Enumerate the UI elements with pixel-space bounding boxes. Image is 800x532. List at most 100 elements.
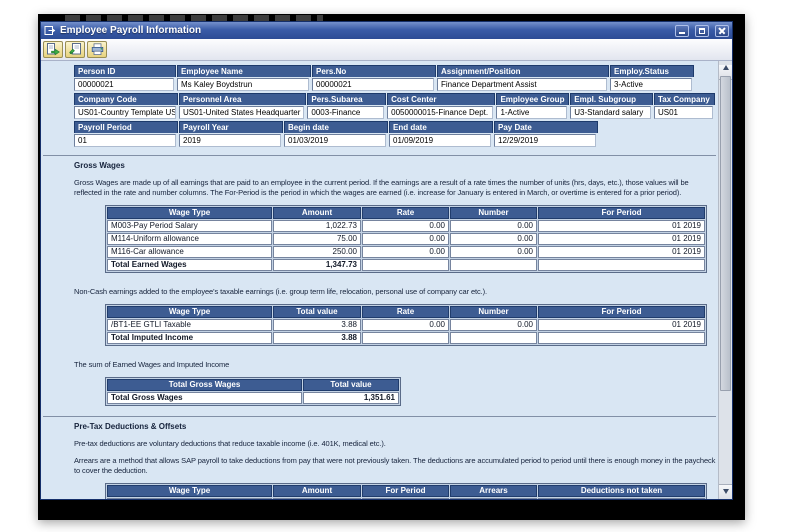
cell-wage-type: M116-Car allowance <box>107 246 272 258</box>
column-header: Amount <box>273 485 361 497</box>
table-row: /BT1-EE GTLI Taxable 3.88 0.00 0.00 01 2… <box>107 319 705 331</box>
field-label: End date <box>389 121 493 133</box>
field-label: Employee Group <box>496 93 570 105</box>
field-label: Employ.Status <box>610 65 694 77</box>
cell-total-label: Total Gross Wages <box>107 392 302 404</box>
table-row: M114-Uniform allowance 75.00 0.00 0.00 0… <box>107 233 705 245</box>
field-pay-date: Pay Date 12/29/2019 <box>494 121 598 147</box>
cell-amount: 75.00 <box>273 233 361 245</box>
cell-total-label: Total Imputed Income <box>107 332 272 344</box>
field-value[interactable]: US01 <box>653 106 713 119</box>
field-payroll-year: Payroll Year 2019 <box>179 121 283 147</box>
field-value[interactable]: 00000021 <box>312 78 434 91</box>
section-divider <box>43 155 716 156</box>
cell-empty <box>450 498 537 499</box>
dialog-screen-icon <box>44 25 56 36</box>
column-header: Deductions not taken <box>538 485 705 497</box>
column-header: Total Gross Wages <box>107 379 302 391</box>
cell-number: 0.00 <box>450 220 537 232</box>
field-value[interactable]: US01-Country Template US <box>74 106 176 119</box>
column-header: Wage Type <box>107 306 272 318</box>
table-total-row: Total Imputed Income 3.88 <box>107 332 705 344</box>
field-pers-no: Pers.No 00000021 <box>312 65 436 91</box>
content-pane: Person ID 00000021 Employee Name Ms Kale… <box>41 61 732 499</box>
pretax-description-1: Pre-tax deductions are voluntary deducti… <box>74 439 386 448</box>
total-gross-wages-table: Total Gross Wages Total value Total Gros… <box>105 377 401 406</box>
field-cost-center: Cost Center 0050000015-Finance Dept. <box>387 93 496 119</box>
cell-number: 0.00 <box>450 319 537 331</box>
column-header: Amount <box>273 207 361 219</box>
total-deductions-table: Wage Type Amount For Period Arrears Dedu… <box>105 483 707 499</box>
cell-empty <box>450 332 537 344</box>
gross-wages-description: Gross Wages are made up of all earnings … <box>74 178 689 197</box>
cell-empty <box>362 332 449 344</box>
export-document-icon[interactable] <box>43 41 63 58</box>
field-value[interactable]: U3-Standard salary <box>570 106 651 119</box>
close-icon[interactable] <box>715 24 729 37</box>
cell-number: 0.00 <box>450 246 537 258</box>
window-title: Employee Payroll Information <box>60 25 202 36</box>
field-value[interactable]: Ms Kaley Boydstrun <box>177 78 309 91</box>
column-header: For Period <box>362 485 449 497</box>
field-company-code: Company Code US01-Country Template US <box>74 93 178 119</box>
field-value[interactable]: 3-Active <box>610 78 692 91</box>
field-pers-subarea: Pers.Subarea 0003-Finance <box>307 93 387 119</box>
field-value[interactable]: 0050000015-Finance Dept. <box>387 106 494 119</box>
cell-for-period: 01 2019 <box>538 233 705 245</box>
cell-total-amount: 0.00 <box>273 498 361 499</box>
cell-total-label: Total Deductions <box>107 498 272 499</box>
table-total-row: Total Gross Wages 1,351.61 <box>107 392 399 404</box>
cell-rate: 0.00 <box>362 319 449 331</box>
title-bar[interactable]: Employee Payroll Information <box>41 22 732 39</box>
imputed-income-table: Wage Type Total value Rate Number For Pe… <box>105 304 707 346</box>
maximize-icon[interactable] <box>695 24 709 37</box>
employee-info-row-1: Person ID 00000021 Employee Name Ms Kale… <box>74 65 716 91</box>
field-label: Pay Date <box>494 121 598 133</box>
field-label: Personnel Area <box>179 93 307 105</box>
field-label: Pers.No <box>312 65 436 77</box>
cell-rate: 0.00 <box>362 233 449 245</box>
pretax-heading: Pre-Tax Deductions & Offsets <box>74 422 187 431</box>
field-value[interactable]: 00000021 <box>74 78 174 91</box>
field-label: Pers.Subarea <box>307 93 387 105</box>
field-value[interactable]: 12/29/2019 <box>494 134 596 147</box>
cell-total-amount: 1,347.73 <box>273 259 361 271</box>
transfer-document-icon[interactable] <box>65 41 85 58</box>
print-icon[interactable] <box>87 41 107 58</box>
field-value[interactable]: 01/03/2019 <box>284 134 386 147</box>
cell-amount: 250.00 <box>273 246 361 258</box>
vertical-scrollbar[interactable] <box>718 61 732 499</box>
field-value[interactable]: 01 <box>74 134 176 147</box>
cell-for-period: 01 2019 <box>538 246 705 258</box>
column-header: Number <box>450 207 537 219</box>
column-header: Rate <box>362 306 449 318</box>
table-header-row: Wage Type Amount For Period Arrears Dedu… <box>107 485 705 497</box>
column-header: Total value <box>273 306 361 318</box>
scroll-down-icon[interactable] <box>719 484 732 499</box>
field-person-id: Person ID 00000021 <box>74 65 176 91</box>
cell-for-period: 01 2019 <box>538 319 705 331</box>
cell-wage-type: M003-Pay Period Salary <box>107 220 272 232</box>
field-value[interactable]: 2019 <box>179 134 281 147</box>
field-value[interactable]: 0003-Finance <box>307 106 385 119</box>
column-header: Number <box>450 306 537 318</box>
field-employee-name: Employee Name Ms Kaley Boydstrun <box>177 65 311 91</box>
table-header-row: Wage Type Total value Rate Number For Pe… <box>107 306 705 318</box>
cell-total-value: 1,351.61 <box>303 392 399 404</box>
field-personnel-area: Personnel Area US01-United States Headqu… <box>179 93 307 119</box>
field-label: Empl. Subgroup <box>570 93 653 105</box>
minimize-icon[interactable] <box>675 24 689 37</box>
field-value[interactable]: 01/09/2019 <box>389 134 491 147</box>
cell-empty <box>538 259 705 271</box>
field-value[interactable]: Finance Department Assist <box>437 78 607 91</box>
field-value[interactable]: US01-United States Headquarter <box>179 106 305 119</box>
cell-total-label: Total Earned Wages <box>107 259 272 271</box>
cell-total-value: 3.88 <box>273 332 361 344</box>
table-header-row: Total Gross Wages Total value <box>107 379 399 391</box>
total-gross-description: The sum of Earned Wages and Imputed Inco… <box>74 360 230 369</box>
cell-wage-type: /BT1-EE GTLI Taxable <box>107 319 272 331</box>
scrollbar-thumb[interactable] <box>720 76 731 392</box>
field-value[interactable]: 1-Active <box>496 106 568 119</box>
cell-empty <box>450 259 537 271</box>
cell-empty <box>538 332 705 344</box>
